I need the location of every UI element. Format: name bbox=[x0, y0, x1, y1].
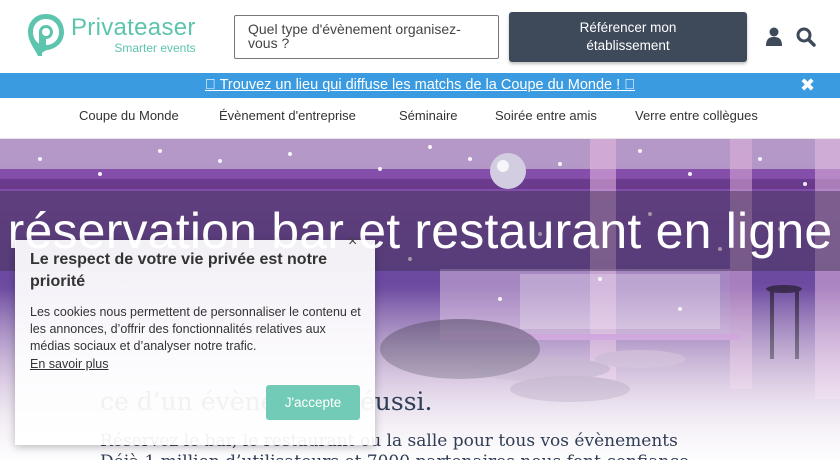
accept-cookies-button[interactable]: J'accepte bbox=[266, 385, 360, 420]
site-header: Privateaser Smarter events Quel type d'é… bbox=[0, 0, 840, 73]
list-venue-label-2: établissement bbox=[586, 38, 670, 53]
world-cup-banner-link[interactable]:   Trouvez un lieu qui diffuse les matchs… bbox=[0, 77, 840, 93]
nav-item-seminaire[interactable]: Séminaire bbox=[399, 108, 458, 123]
hero-tagline-2: Déjà 1 million d’utilisateurs et 7000 pa… bbox=[100, 452, 689, 460]
learn-more-link[interactable]: En savoir plus bbox=[30, 357, 109, 371]
nav-item-evenement-entreprise[interactable]: Évènement d'entreprise bbox=[219, 108, 356, 123]
user-icon[interactable] bbox=[765, 27, 783, 47]
logo-name: Privateaser bbox=[71, 14, 196, 41]
event-search-input[interactable]: Quel type d'évènement organisez-vous ? bbox=[234, 15, 499, 59]
cookie-title: Le respect de votre vie privée est notre… bbox=[30, 251, 328, 290]
list-venue-label-1: Référencer mon bbox=[579, 20, 677, 35]
category-nav: Coupe du Monde Évènement d'entreprise Sé… bbox=[0, 98, 840, 139]
nav-item-coupe-du-monde[interactable]: Coupe du Monde bbox=[79, 108, 179, 123]
cookie-consent-dialog: × Le respect de votre vie privée est not… bbox=[15, 233, 375, 445]
logo[interactable]: Privateaser Smarter events bbox=[26, 12, 196, 58]
nav-item-verre-entre-collegues[interactable]: Verre entre collègues bbox=[635, 108, 758, 123]
nav-item-soiree-entre-amis[interactable]: Soirée entre amis bbox=[495, 108, 597, 123]
logo-tagline: Smarter events bbox=[114, 41, 196, 55]
close-icon[interactable]: ✖ bbox=[800, 76, 815, 94]
search-icon[interactable] bbox=[796, 27, 816, 47]
promo-banner:   Trouvez un lieu qui diffuse les matchs… bbox=[0, 73, 840, 98]
cookie-text: Les cookies nous permettent de personnal… bbox=[30, 305, 361, 353]
list-venue-button[interactable]: Référencer mon établissement bbox=[509, 12, 747, 62]
logo-pin-icon bbox=[28, 14, 64, 56]
